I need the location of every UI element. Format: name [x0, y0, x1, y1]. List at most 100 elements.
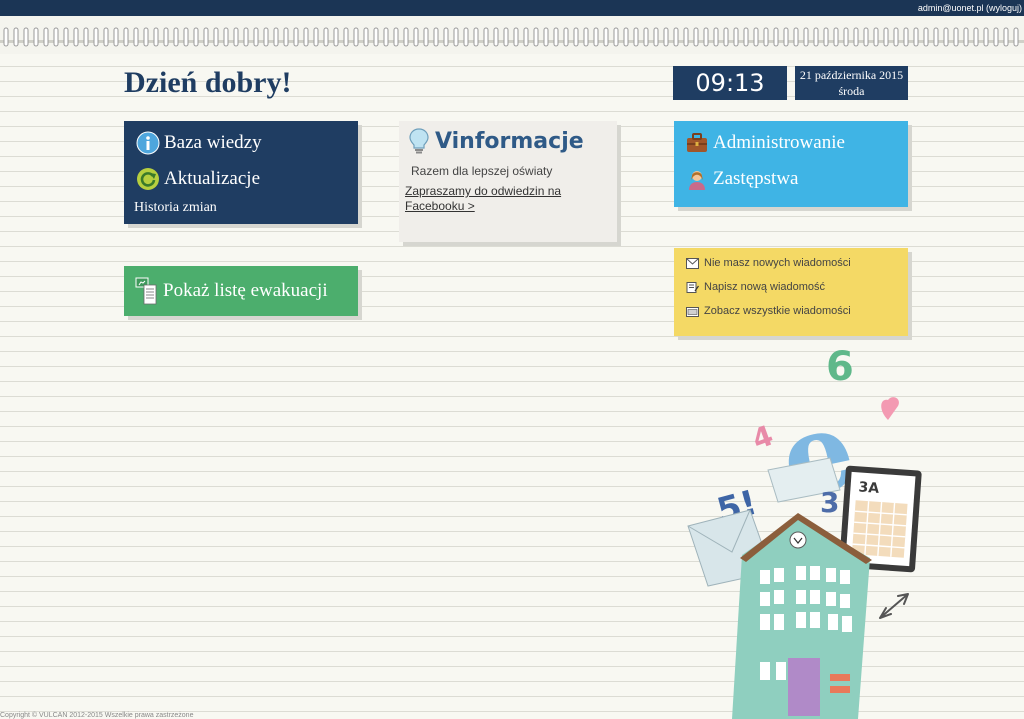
person-icon	[689, 171, 705, 190]
spiral-ring	[783, 27, 789, 47]
spiral-ring	[133, 27, 139, 47]
history-link[interactable]: Historia zmian	[134, 200, 217, 216]
spiral-ring	[183, 27, 189, 47]
lightbulb-icon	[409, 128, 429, 154]
updates-label: Aktualizacje	[164, 168, 261, 189]
no-new-messages-link[interactable]: Nie masz nowych wiadomości	[686, 257, 851, 269]
all-messages-link[interactable]: Zobacz wszystkie wiadomości	[686, 305, 851, 317]
spiral-ring	[263, 27, 269, 47]
spiral-ring	[173, 27, 179, 47]
spiral-ring	[603, 27, 609, 47]
arrows-decoration	[879, 593, 909, 619]
spiral-ring	[53, 27, 59, 47]
spiral-ring	[893, 27, 899, 47]
knowledge-card: Baza wiedzy Aktualizacje Historia zmian	[124, 121, 358, 224]
date-text: 21 października 2015	[799, 68, 904, 82]
spiral-ring	[983, 27, 989, 47]
spiral-ring	[943, 27, 949, 47]
spiral-ring	[363, 27, 369, 47]
updates-link[interactable]: Aktualizacje	[136, 167, 260, 191]
spiral-ring	[803, 27, 809, 47]
spiral-ring	[913, 27, 919, 47]
spiral-ring	[463, 27, 469, 47]
spiral-ring	[833, 27, 839, 47]
admin-card: Administrowanie Zastępstwa	[674, 121, 908, 207]
spiral-ring	[323, 27, 329, 47]
spiral-ring	[523, 27, 529, 47]
spiral-ring	[243, 27, 249, 47]
administration-label: Administrowanie	[713, 132, 845, 153]
spiral-ring	[123, 27, 129, 47]
spiral-ring	[543, 27, 549, 47]
spiral-ring	[113, 27, 119, 47]
heart-decoration	[881, 397, 899, 420]
spiral-ring	[313, 27, 319, 47]
spiral-ring	[493, 27, 499, 47]
spiral-ring	[103, 27, 109, 47]
vinformacje-subtitle: Razem dla lepszej oświaty	[411, 164, 553, 178]
facebook-link[interactable]: Zapraszamy do odwiedzin na Facebooku >	[405, 184, 575, 214]
spiral-ring	[653, 27, 659, 47]
spiral-ring	[93, 27, 99, 47]
info-icon	[136, 131, 160, 155]
spiral-ring	[443, 27, 449, 47]
spiral-ring	[423, 27, 429, 47]
spiral-ring	[83, 27, 89, 47]
refresh-icon	[137, 168, 159, 190]
substitutions-link[interactable]: Zastępstwa	[685, 167, 798, 191]
spiral-ring	[723, 27, 729, 47]
folder-icon	[686, 306, 699, 317]
spiral-ring	[823, 27, 829, 47]
spiral-ring	[763, 27, 769, 47]
substitutions-label: Zastępstwa	[713, 168, 799, 189]
spiral-ring	[753, 27, 759, 47]
spiral-ring	[223, 27, 229, 47]
number-four-decoration: 4	[748, 419, 778, 457]
compose-message-link[interactable]: Napisz nową wiadomość	[686, 281, 825, 293]
evacuation-card[interactable]: Pokaż listę ewakuacji	[124, 266, 358, 316]
spiral-ring	[393, 27, 399, 47]
spiral-ring	[663, 27, 669, 47]
spiral-ring	[353, 27, 359, 47]
vinformacje-title-row: Vinformacje	[407, 127, 584, 155]
spiral-ring	[923, 27, 929, 47]
spiral-ring	[273, 27, 279, 47]
knowledge-base-label: Baza wiedzy	[164, 132, 262, 153]
spiral-ring	[843, 27, 849, 47]
spiral-ring	[703, 27, 709, 47]
greeting-title: Dzień dobry!	[124, 66, 292, 99]
spiral-ring	[643, 27, 649, 47]
spiral-ring	[293, 27, 299, 47]
spiral-ring	[633, 27, 639, 47]
school-illustration: 6 4 e 3 5! 3A	[687, 344, 922, 719]
spiral-ring	[773, 27, 779, 47]
knowledge-base-link[interactable]: Baza wiedzy	[136, 131, 262, 155]
spiral-ring	[593, 27, 599, 47]
user-logout-link[interactable]: admin@uonet.pl (wyloguj)	[918, 3, 1022, 13]
spiral-ring	[413, 27, 419, 47]
evacuation-label: Pokaż listę ewakuacji	[163, 280, 328, 301]
spiral-ring	[283, 27, 289, 47]
spiral-ring	[553, 27, 559, 47]
spiral-ring	[253, 27, 259, 47]
number-six-decoration: 6	[826, 344, 854, 390]
spiral-ring	[713, 27, 719, 47]
spiral-ring	[623, 27, 629, 47]
administration-link[interactable]: Administrowanie	[685, 131, 845, 155]
spiral-ring	[563, 27, 569, 47]
spiral-ring	[33, 27, 39, 47]
vinformacje-title: Vinformacje	[435, 128, 584, 154]
spiral-ring	[143, 27, 149, 47]
compose-icon	[686, 281, 699, 293]
spiral-ring	[1003, 27, 1009, 47]
spiral-ring	[43, 27, 49, 47]
spiral-ring	[863, 27, 869, 47]
spiral-ring	[333, 27, 339, 47]
evacuation-link[interactable]: Pokaż listę ewakuacji	[135, 277, 328, 305]
compose-message-label: Napisz nową wiadomość	[704, 281, 826, 293]
spiral-ring	[583, 27, 589, 47]
spiral-ring	[13, 27, 19, 47]
spiral-ring	[873, 27, 879, 47]
spiral-ring	[303, 27, 309, 47]
tablet-label: 3A	[858, 479, 880, 496]
